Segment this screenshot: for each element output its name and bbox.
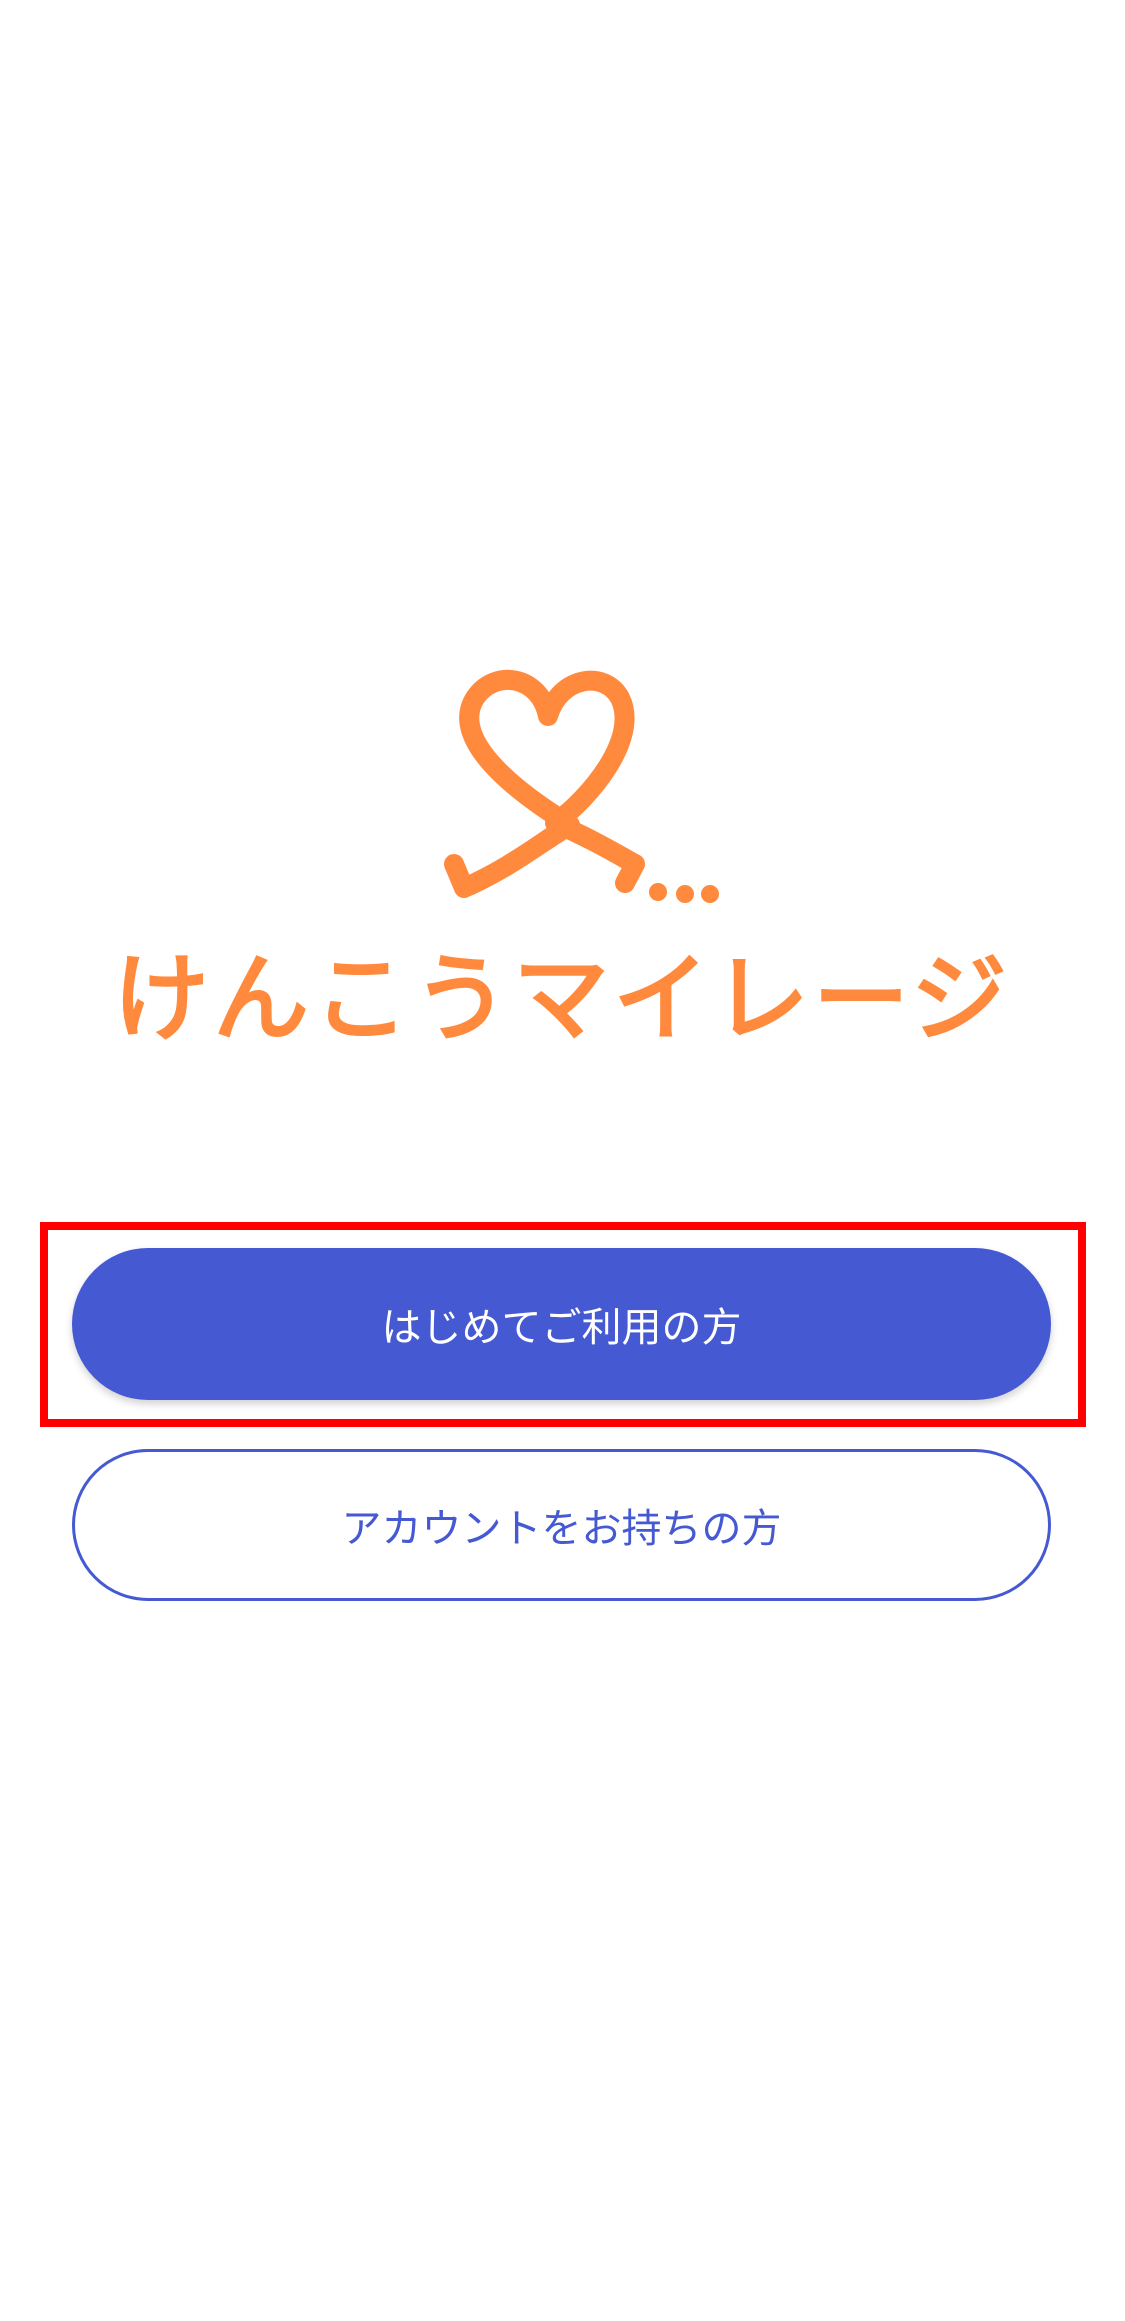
existing-account-button[interactable]: アカウントをお持ちの方 — [72, 1449, 1051, 1601]
heart-ribbon-icon — [444, 669, 719, 903]
app-title: けんこうマイレージ — [112, 942, 1012, 1055]
first-time-user-button[interactable]: はじめてご利用の方 — [72, 1248, 1051, 1400]
